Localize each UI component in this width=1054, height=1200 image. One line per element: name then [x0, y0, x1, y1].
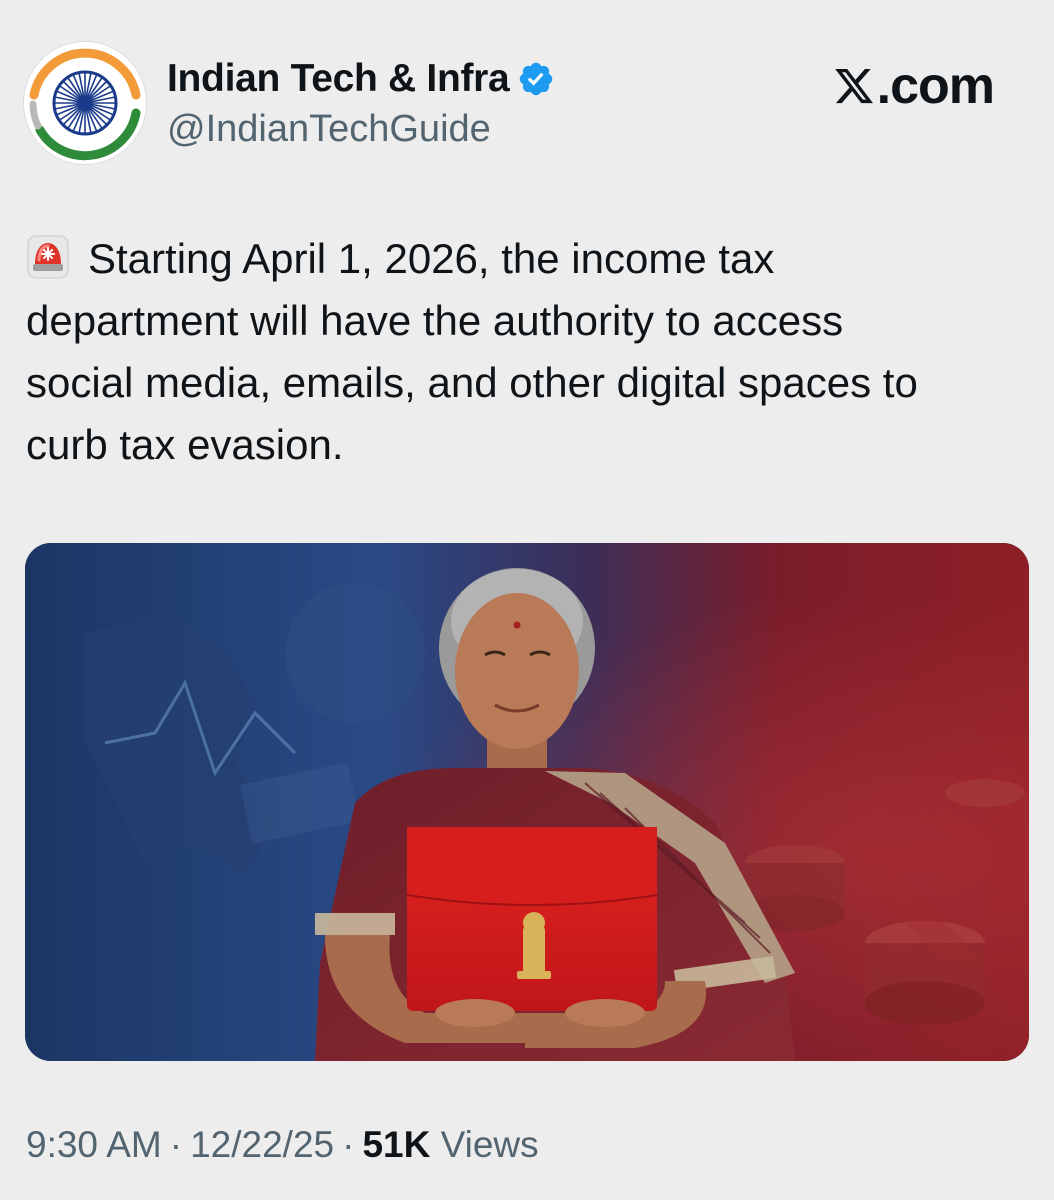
views-label[interactable]: Views — [441, 1124, 539, 1165]
ashoka-chakra-icon — [24, 42, 146, 164]
tweet-date[interactable]: 12/22/25 — [190, 1124, 334, 1165]
author-identity: Indian Tech & Infra @IndianTechGuide — [167, 54, 555, 151]
tweet-body: Starting April 1, 2026, the income tax d… — [26, 235, 918, 468]
meta-separator: · — [169, 1124, 183, 1165]
tweet-card: Indian Tech & Infra @IndianTechGuide .co… — [0, 0, 1054, 1200]
verified-badge-icon[interactable] — [517, 60, 555, 98]
x-logo-icon — [833, 64, 875, 108]
tweet-media-photo[interactable] — [25, 543, 1029, 1061]
tweet-header: Indian Tech & Infra @IndianTechGuide .co… — [24, 42, 1030, 166]
site-label: .com — [876, 57, 995, 115]
x-site-watermark: .com — [833, 56, 995, 116]
tweet-time[interactable]: 9:30 AM — [26, 1124, 162, 1165]
meta-separator: · — [342, 1124, 355, 1165]
name-row: Indian Tech & Infra — [167, 54, 555, 104]
avatar[interactable] — [24, 42, 146, 164]
tweet-text: Starting April 1, 2026, the income tax d… — [26, 228, 1016, 476]
author-display-name[interactable]: Indian Tech & Infra — [167, 57, 510, 101]
author-handle[interactable]: @IndianTechGuide — [167, 108, 555, 151]
tweet-meta: 9:30 AM · 12/22/25 · 51K Views — [26, 1124, 539, 1166]
budget-briefcase-photo — [25, 543, 1029, 1061]
views-count[interactable]: 51K — [362, 1124, 430, 1165]
police-siren-icon — [26, 234, 70, 280]
